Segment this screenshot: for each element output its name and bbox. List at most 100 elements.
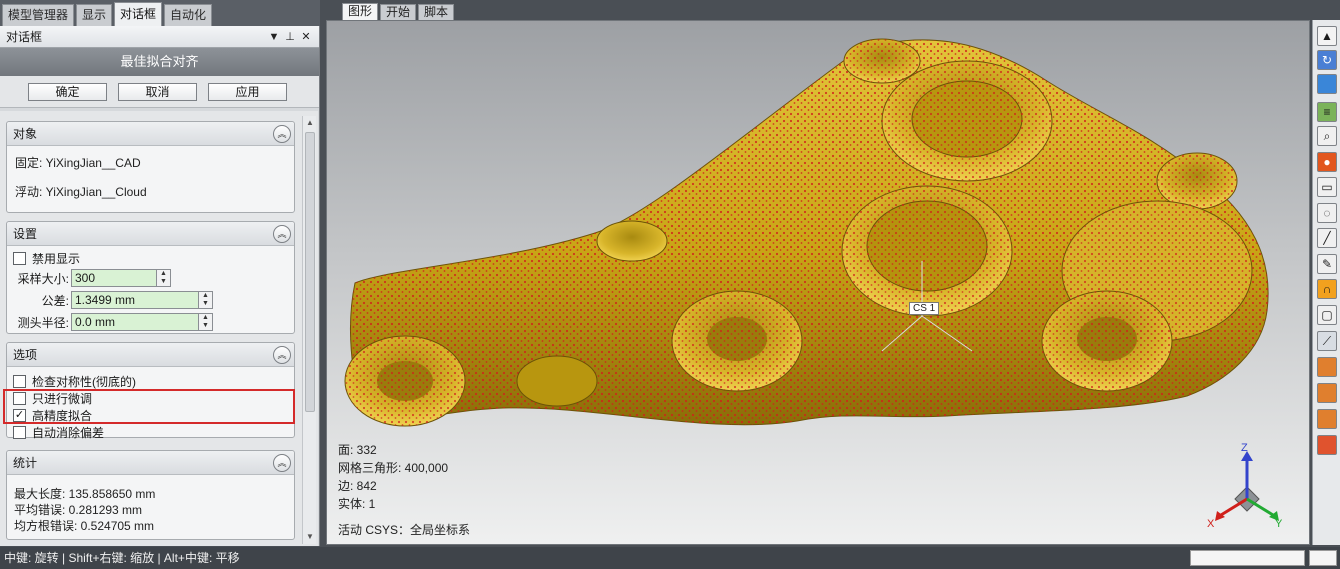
max-length-stat: 最大长度: 135.858650 mm	[14, 487, 156, 501]
apply-button[interactable]: 应用	[208, 82, 287, 101]
tab-automation[interactable]: 自动化	[164, 4, 213, 26]
axis-triad[interactable]: Z X Y	[1207, 441, 1287, 531]
window-icon[interactable]: ▢	[1317, 305, 1337, 325]
settings-heading: 设置	[13, 227, 38, 241]
collapse-icon[interactable]: ︽	[273, 224, 291, 243]
objects-group: 对象 ︽ 固定: YiXingJian__CAD 浮动: YiXingJian_…	[6, 121, 295, 213]
solids-count: 实体: 1	[338, 497, 376, 511]
scroll-up-icon[interactable]: ▲	[303, 116, 317, 130]
settings-group-header: 设置 ︽	[7, 222, 294, 246]
disable-display-option[interactable]: 禁用显示	[13, 250, 80, 267]
objects-group-header: 对象 ︽	[7, 122, 294, 146]
check-symmetry-label: 检查对称性(彻底的)	[32, 375, 136, 389]
check-symmetry-checkbox[interactable]	[13, 375, 26, 388]
probe-radius-input[interactable]: 0.0 mm	[71, 313, 199, 331]
right-toolbar: ▲ ↻ ≡ ⌕ ● ▭ ◌ ╱ ✎ ∩ ▢ ⟋	[1312, 20, 1340, 545]
auto-remove-bias-label: 自动消除偏差	[32, 426, 105, 440]
auto-remove-bias-checkbox[interactable]	[13, 426, 26, 439]
tab-dialog[interactable]: 对话框	[114, 2, 163, 26]
settings-group: 设置 ︽ 禁用显示 采样大小: 300 ▲ ▼ 公差: 1.3499 mm ▲ ▼ …	[6, 221, 295, 334]
pin-icon[interactable]: ⊥	[283, 30, 297, 43]
dialog-header: 最佳拟合对齐	[0, 48, 319, 76]
measure-icon[interactable]: ╱	[1317, 228, 1337, 248]
layer-icon[interactable]: ≡	[1317, 102, 1337, 122]
mesh-triangles-count: 网格三角形: 400,000	[338, 461, 449, 475]
tab-graphics[interactable]: 图形	[342, 3, 379, 20]
tab-start[interactable]: 开始	[380, 4, 417, 20]
dialog-scrollbar[interactable]: ▲ ▼	[302, 116, 316, 544]
floating-object-label: 浮动: YiXingJian__Cloud	[15, 185, 147, 199]
tolerance-input[interactable]: 1.3499 mm	[71, 291, 199, 309]
avg-error-stat: 平均错误: 0.281293 mm	[14, 503, 143, 517]
tab-script[interactable]: 脚本	[418, 4, 455, 20]
viewport-tabs: 图形 开始 脚本	[322, 0, 1340, 20]
sample-size-spinner[interactable]: ▲ ▼	[157, 269, 171, 287]
collapse-icon[interactable]: ︽	[273, 453, 291, 472]
scroll-down-icon[interactable]: ▼	[303, 530, 317, 544]
left-panel-tabs: 模型管理器 显示 对话框 自动化	[0, 0, 320, 26]
dialog-title: 对话框	[6, 30, 43, 44]
sample-size-label: 采样大小:	[17, 271, 69, 286]
active-csys: 活动 CSYS：全局坐标系	[338, 523, 471, 537]
clip-icon[interactable]: ∩	[1317, 279, 1337, 299]
disable-display-checkbox[interactable]	[13, 252, 26, 265]
triad-z-label: Z	[1241, 442, 1248, 454]
fixed-object-label: 固定: YiXingJian__CAD	[15, 156, 141, 170]
select-box-icon[interactable]: ▭	[1317, 177, 1337, 197]
tab-model-manager[interactable]: 模型管理器	[2, 4, 75, 26]
cancel-button[interactable]: 取消	[118, 82, 197, 101]
auto-remove-bias-option[interactable]: 自动消除偏差	[13, 424, 104, 441]
model-render[interactable]	[327, 21, 1310, 545]
options-group-header: 选项 ︽	[7, 343, 294, 367]
graphics-viewport[interactable]: CS 1 面: 332 网格三角形: 400,000 边: 842 实体: 1 …	[326, 20, 1310, 545]
dialog-panel: 对话框 ▼ ⊥ ✕ 最佳拟合对齐 确定 取消 应用 对象 ︽ 固定: YiXin…	[0, 26, 320, 546]
tool-a-icon[interactable]	[1317, 357, 1337, 377]
ok-button[interactable]: 确定	[28, 82, 107, 101]
zoom-icon[interactable]: ⌕	[1317, 126, 1337, 146]
triad-x-label: X	[1207, 518, 1215, 530]
render-icon[interactable]: ●	[1317, 152, 1337, 172]
edges-count: 边: 842	[338, 479, 377, 493]
status-field-small	[1309, 550, 1337, 566]
highlight-annotation	[3, 389, 295, 424]
probe-radius-row: 测头半径: 0.0 mm ▲ ▼	[13, 313, 213, 331]
check-symmetry-option[interactable]: 检查对称性(彻底的)	[13, 373, 136, 390]
scrollbar-thumb[interactable]	[305, 132, 315, 412]
options-heading: 选项	[13, 348, 38, 362]
probe-radius-spinner[interactable]: ▲ ▼	[199, 313, 213, 331]
rms-error-stat: 均方根错误: 0.524705 mm	[14, 519, 155, 533]
mesh-icon[interactable]: ⟋	[1317, 331, 1337, 351]
rotate-icon[interactable]: ↻	[1317, 50, 1337, 70]
tool-d-icon[interactable]	[1317, 435, 1337, 455]
probe-radius-label: 测头半径:	[17, 315, 69, 330]
tool-b-icon[interactable]	[1317, 383, 1337, 403]
dialog-button-row: 确定 取消 应用	[0, 76, 319, 108]
status-field	[1190, 550, 1305, 566]
objects-heading: 对象	[13, 127, 38, 141]
stats-group-header: 统计 ︽	[7, 451, 294, 475]
stats-group: 统计 ︽ 最大长度: 135.858650 mm 平均错误: 0.281293 …	[6, 450, 295, 540]
close-icon[interactable]: ✕	[299, 30, 313, 43]
tool-c-icon[interactable]	[1317, 409, 1337, 429]
tolerance-row: 公差: 1.3499 mm ▲ ▼	[13, 291, 213, 309]
cs-label[interactable]: CS 1	[909, 302, 940, 315]
disable-display-label: 禁用显示	[32, 252, 81, 266]
dialog-scroll-area: 对象 ︽ 固定: YiXingJian__CAD 浮动: YiXingJian_…	[0, 111, 318, 546]
sample-size-input[interactable]: 300	[71, 269, 157, 287]
tolerance-spinner[interactable]: ▲ ▼	[199, 291, 213, 309]
stats-heading: 统计	[13, 456, 38, 470]
faces-count: 面: 332	[338, 443, 377, 457]
view-icon[interactable]	[1317, 74, 1337, 94]
tolerance-label: 公差:	[41, 293, 69, 308]
tab-display[interactable]: 显示	[76, 4, 113, 26]
triad-y-label: Y	[1275, 518, 1283, 530]
select-lasso-icon[interactable]: ◌	[1317, 203, 1337, 223]
collapse-icon[interactable]: ︽	[273, 124, 291, 143]
collapse-icon[interactable]: ︽	[273, 345, 291, 364]
arrow-icon[interactable]: ▲	[1317, 26, 1337, 46]
status-bar: 中键: 旋转 | Shift+右键: 缩放 | Alt+中键: 平移	[0, 547, 1340, 569]
sample-size-row: 采样大小: 300 ▲ ▼	[13, 269, 171, 287]
pen-icon[interactable]: ✎	[1317, 254, 1337, 274]
dialog-titlebar: 对话框 ▼ ⊥ ✕	[0, 26, 319, 48]
dropdown-icon[interactable]: ▼	[267, 31, 281, 43]
